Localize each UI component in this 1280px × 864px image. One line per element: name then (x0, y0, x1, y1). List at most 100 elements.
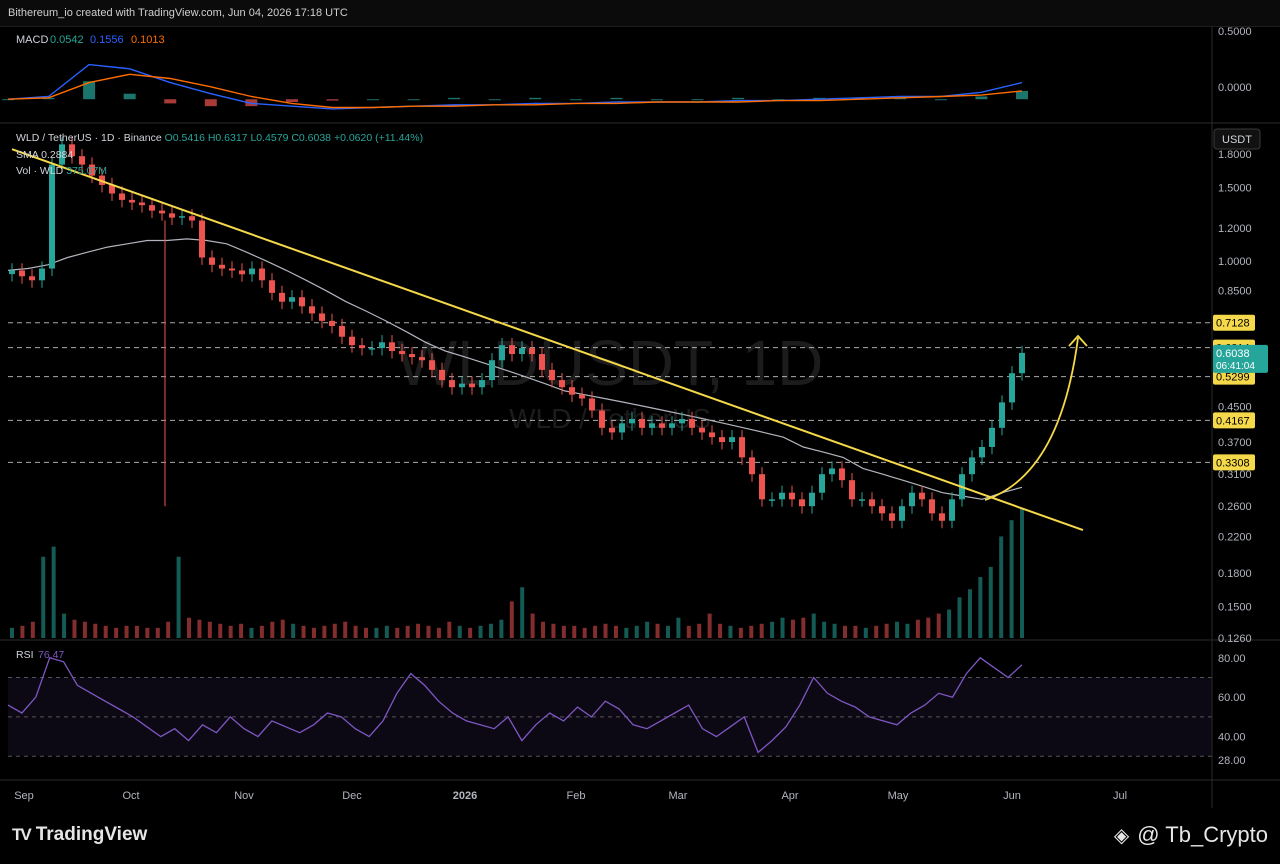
candle-body (839, 468, 845, 481)
volume-bar (624, 627, 629, 638)
volume-bar (853, 625, 858, 638)
volume-bar (166, 621, 171, 638)
volume-bar (811, 613, 816, 638)
low-value: L0.4579 (250, 132, 291, 144)
volume-bar (187, 617, 192, 638)
candle-body (889, 513, 895, 521)
binance-diamond-icon: ◈ (1113, 824, 1130, 847)
volume-bar (114, 627, 119, 638)
candle-body (279, 292, 285, 302)
time-tick: 2026 (453, 790, 477, 802)
volume-bar (749, 625, 754, 638)
volume-bar (520, 587, 525, 638)
candle-body (489, 360, 495, 381)
price-tick: 1.5000 (1218, 182, 1252, 194)
volume-bar (551, 623, 556, 638)
time-tick: Mar (669, 790, 688, 802)
volume-bar (62, 613, 67, 638)
volume-bar (530, 613, 535, 638)
price-tick: 0.2600 (1218, 501, 1252, 513)
price-tick: 0.8500 (1218, 286, 1252, 298)
macd-histogram-bar (367, 99, 380, 101)
macd-value-3: 0.1013 (131, 34, 165, 46)
volume-bar (738, 627, 743, 638)
candle-body (709, 432, 715, 438)
price-tick: 0.3700 (1218, 437, 1252, 449)
candle-body (669, 423, 675, 428)
volume-bar (832, 623, 837, 638)
candle-body (499, 345, 505, 361)
volume-bar (10, 627, 14, 638)
volume-bar (51, 546, 56, 638)
level-badge-text: 0.7128 (1216, 318, 1250, 330)
candle-body (309, 306, 315, 314)
countdown-text: 06:41:04 (1216, 361, 1255, 372)
volume-bar (259, 625, 264, 638)
descending-trendline (11, 148, 1084, 532)
volume-bar (20, 625, 25, 638)
candle-body (49, 164, 55, 269)
candle-body (399, 351, 405, 355)
volume-bar (988, 566, 993, 638)
volume-bar (436, 627, 441, 638)
volume-bar (134, 625, 139, 638)
volume-bar (978, 577, 983, 638)
watermark-symbol: WLDUSDT, 1D (397, 327, 824, 399)
chart-canvas[interactable]: MACD 0.0542 0.1556 0.1013 0.5000 0.0000 WLDUS… (0, 0, 1280, 864)
price-tick: 0.1500 (1218, 601, 1252, 613)
volume-bar (728, 625, 733, 638)
volume-bar (863, 627, 868, 638)
volume-label: Vol · WLD (16, 165, 66, 177)
candle-body (739, 437, 745, 458)
candle-body (579, 394, 585, 399)
candle-body (369, 348, 375, 350)
tradingview-logo[interactable]: TV TradingView (12, 824, 147, 846)
price-tick: 1.2000 (1218, 223, 1252, 235)
candle-body (909, 492, 915, 507)
volume-bar (926, 617, 931, 638)
candle-body (679, 418, 685, 424)
volume-bar (842, 625, 847, 638)
candle-body (819, 474, 825, 493)
candle-body (599, 410, 605, 428)
volume-bar (291, 623, 296, 638)
candle-body (919, 492, 925, 500)
candle-body (329, 320, 335, 327)
candle-body (259, 268, 265, 281)
candle-body (19, 270, 25, 277)
volume-bar (311, 627, 316, 638)
volume-bar (384, 625, 389, 638)
candle-body (339, 326, 345, 337)
candle-body (809, 492, 815, 507)
sma-legend: SMA 0.2884 (16, 149, 73, 161)
volume-bar (280, 619, 285, 638)
candle-body (559, 380, 565, 388)
volume-bar (343, 621, 348, 638)
candle-body (319, 313, 325, 321)
rsi-tick: 60.00 (1218, 692, 1246, 704)
price-tick: 0.4500 (1218, 401, 1252, 413)
volume-bar (322, 625, 327, 638)
volume-bar (426, 625, 431, 638)
volume-bar (801, 617, 806, 638)
macd-line (7, 63, 1023, 110)
candle-body (479, 380, 485, 388)
candle-body (349, 336, 355, 346)
time-tick: Dec (342, 790, 362, 802)
author-handle-text: @ Tb_Crypto (1137, 822, 1268, 847)
macd-histogram-bar (123, 93, 136, 100)
volume-bar (884, 623, 889, 638)
candle-body (169, 213, 175, 218)
candle-body (359, 345, 365, 349)
time-tick: Apr (781, 790, 798, 802)
volume-bar (457, 625, 462, 638)
ohlc-legend: WLD / TetherUS · 1D · Binance O0.5416 H0… (16, 132, 423, 144)
tradingview-mark-icon: TV (12, 825, 32, 844)
volume-bar (905, 623, 910, 638)
volume-bar (686, 625, 691, 638)
volume-bar (207, 621, 212, 638)
candle-body (649, 423, 655, 428)
rsi-label: RSI (16, 649, 34, 661)
candle-body (189, 216, 195, 221)
macd-pane: MACD 0.0542 0.1556 0.1013 0.5000 0.0000 (2, 26, 1252, 110)
